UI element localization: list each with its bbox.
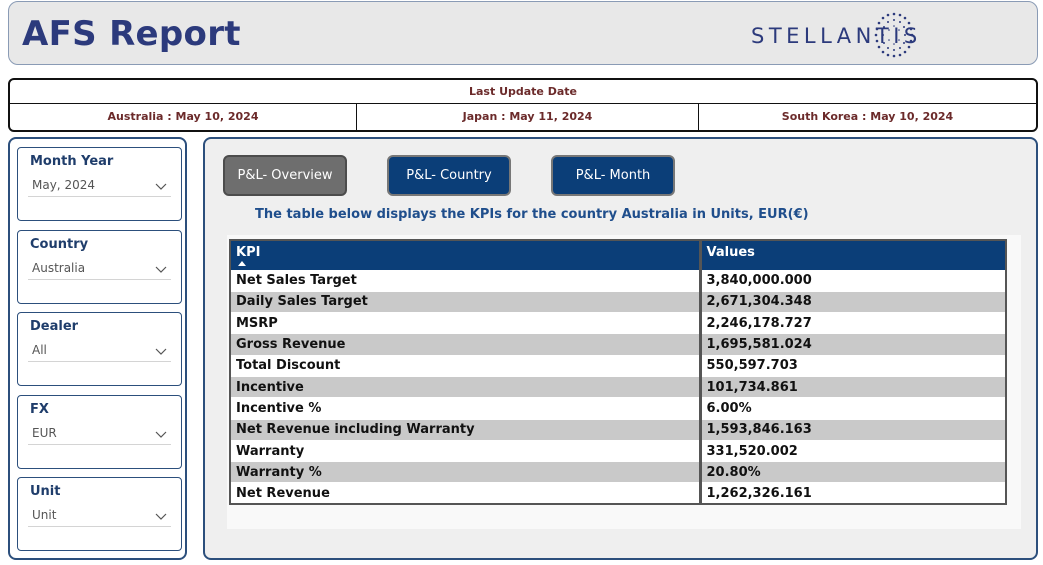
table-row: Incentive % 6.00%	[230, 397, 1006, 420]
kpi-cell: Incentive %	[230, 397, 702, 420]
kpi-cell: Net Sales Target	[230, 269, 702, 292]
value-cell: 1,695,581.024	[700, 333, 1006, 356]
main-panel: P&L- Overview P&L- Country P&L- Month Th…	[203, 137, 1038, 560]
table-row: Daily Sales Target 2,671,304.348	[230, 290, 1006, 313]
last-update-panel: Last Update Date Australia : May 10, 202…	[8, 78, 1038, 132]
chevron-down-icon	[155, 431, 167, 438]
kpi-cell: Warranty	[230, 439, 702, 462]
dropdown-value: All	[32, 343, 47, 357]
dropdown-value: Australia	[32, 261, 86, 275]
value-cell: 2,246,178.727	[700, 312, 1006, 334]
value-cell: 550,597.703	[700, 354, 1006, 377]
chevron-down-icon	[155, 513, 167, 520]
report-title: AFS Report	[22, 14, 241, 54]
kpi-cell: Gross Revenue	[230, 333, 702, 356]
kpi-cell: Net Revenue	[230, 482, 702, 505]
value-cell: 101,734.861	[700, 375, 1006, 398]
table-row: Gross Revenue 1,695,581.024	[230, 333, 1006, 356]
japan-update-date: Japan : May 11, 2024	[357, 104, 699, 130]
slicer-dealer: Dealer All	[17, 312, 182, 386]
slicer-label: Dealer	[30, 319, 79, 334]
chevron-down-icon	[155, 266, 167, 273]
logo-dots-icon	[874, 12, 914, 58]
chevron-down-icon	[155, 348, 167, 355]
column-header-values[interactable]: Values	[700, 240, 1006, 270]
value-cell: 1,262,326.161	[700, 482, 1006, 505]
slicer-label: FX	[30, 402, 49, 417]
slicer-label: Unit	[30, 484, 61, 499]
table-row: Net Sales Target 3,840,000.000	[230, 269, 1006, 292]
table-row: MSRP 2,246,178.727	[230, 312, 1006, 334]
table-row: Warranty 331,520.002	[230, 439, 1006, 462]
slicer-month-year: Month Year May, 2024	[17, 147, 182, 221]
table-header-row: KPI Values	[230, 240, 1006, 270]
report-header: AFS Report STELLANTIS	[8, 1, 1038, 65]
value-cell: 3,840,000.000	[700, 269, 1006, 292]
table-row: Incentive 101,734.861	[230, 375, 1006, 398]
country-dropdown[interactable]: Australia	[28, 258, 171, 280]
slicer-label: Country	[30, 237, 89, 252]
table-row: Warranty % 20.80%	[230, 461, 1006, 483]
tab-pl-month[interactable]: P&L- Month	[551, 155, 675, 196]
filter-sidebar: Month Year May, 2024 Country Australia D…	[8, 137, 187, 560]
dropdown-value: EUR	[32, 426, 57, 440]
dealer-dropdown[interactable]: All	[28, 340, 171, 362]
south-korea-update-date: South Korea : May 10, 2024	[781, 110, 954, 123]
column-header-label: KPI	[236, 245, 261, 260]
value-cell: 331,520.002	[700, 439, 1006, 462]
kpi-cell: Total Discount	[230, 354, 702, 377]
australia-update-date: Australia : May 10, 2024	[10, 104, 357, 130]
kpi-cell: Daily Sales Target	[230, 290, 702, 313]
month-year-dropdown[interactable]: May, 2024	[28, 175, 171, 197]
table-row: Total Discount 550,597.703	[230, 354, 1006, 377]
table-caption: The table below displays the KPIs for th…	[255, 207, 809, 222]
value-cell: 20.80%	[700, 461, 1006, 483]
column-header-kpi[interactable]: KPI	[230, 240, 702, 270]
stellantis-logo: STELLANTIS	[751, 10, 1001, 60]
value-cell: 2,671,304.348	[700, 290, 1006, 313]
value-cell: 6.00%	[700, 397, 1006, 420]
kpi-cell: Incentive	[230, 375, 702, 398]
value-cell: 1,593,846.163	[700, 418, 1006, 441]
sort-ascending-icon[interactable]	[238, 261, 246, 266]
kpi-table: KPI Values Net Sales Target 3,840,000.000…	[229, 239, 1007, 506]
unit-dropdown[interactable]: Unit	[28, 505, 171, 527]
column-header-label: Values	[706, 245, 755, 260]
dropdown-value: May, 2024	[32, 178, 95, 192]
kpi-cell: Warranty %	[230, 461, 702, 483]
table-row: Net Revenue 1,262,326.161	[230, 482, 1006, 505]
slicer-unit: Unit Unit	[17, 477, 182, 551]
fx-dropdown[interactable]: EUR	[28, 423, 171, 445]
tab-pl-overview[interactable]: P&L- Overview	[223, 155, 347, 196]
kpi-cell: Net Revenue including Warranty	[230, 418, 702, 441]
chevron-down-icon	[155, 183, 167, 190]
slicer-country: Country Australia	[17, 230, 182, 304]
dropdown-value: Unit	[32, 508, 57, 522]
slicer-fx: FX EUR	[17, 395, 182, 469]
last-update-title: Last Update Date	[10, 80, 1036, 104]
kpi-table-container: KPI Values Net Sales Target 3,840,000.000…	[227, 235, 1021, 529]
slicer-label: Month Year	[30, 154, 114, 169]
kpi-cell: MSRP	[230, 312, 702, 334]
table-row: Net Revenue including Warranty 1,593,846.…	[230, 418, 1006, 441]
tab-pl-country[interactable]: P&L- Country	[387, 155, 511, 196]
